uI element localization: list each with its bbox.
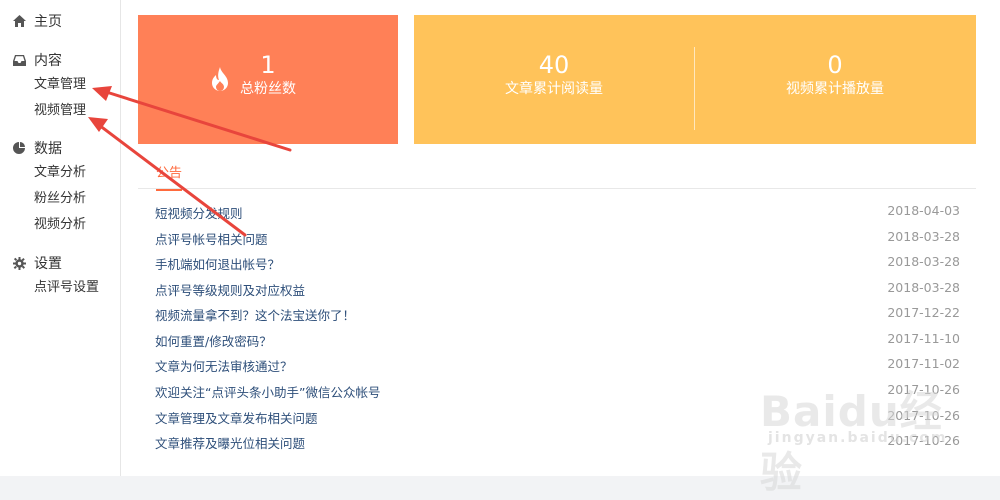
arrow-to-article-manage (98, 88, 292, 152)
baidu-watermark: Baidu经验 jingyan.baidu.com (760, 378, 970, 497)
arrow-to-video-manage (93, 120, 247, 237)
watermark-url: jingyan.baidu.com (768, 430, 948, 446)
arrowhead-article-manage (92, 86, 112, 101)
